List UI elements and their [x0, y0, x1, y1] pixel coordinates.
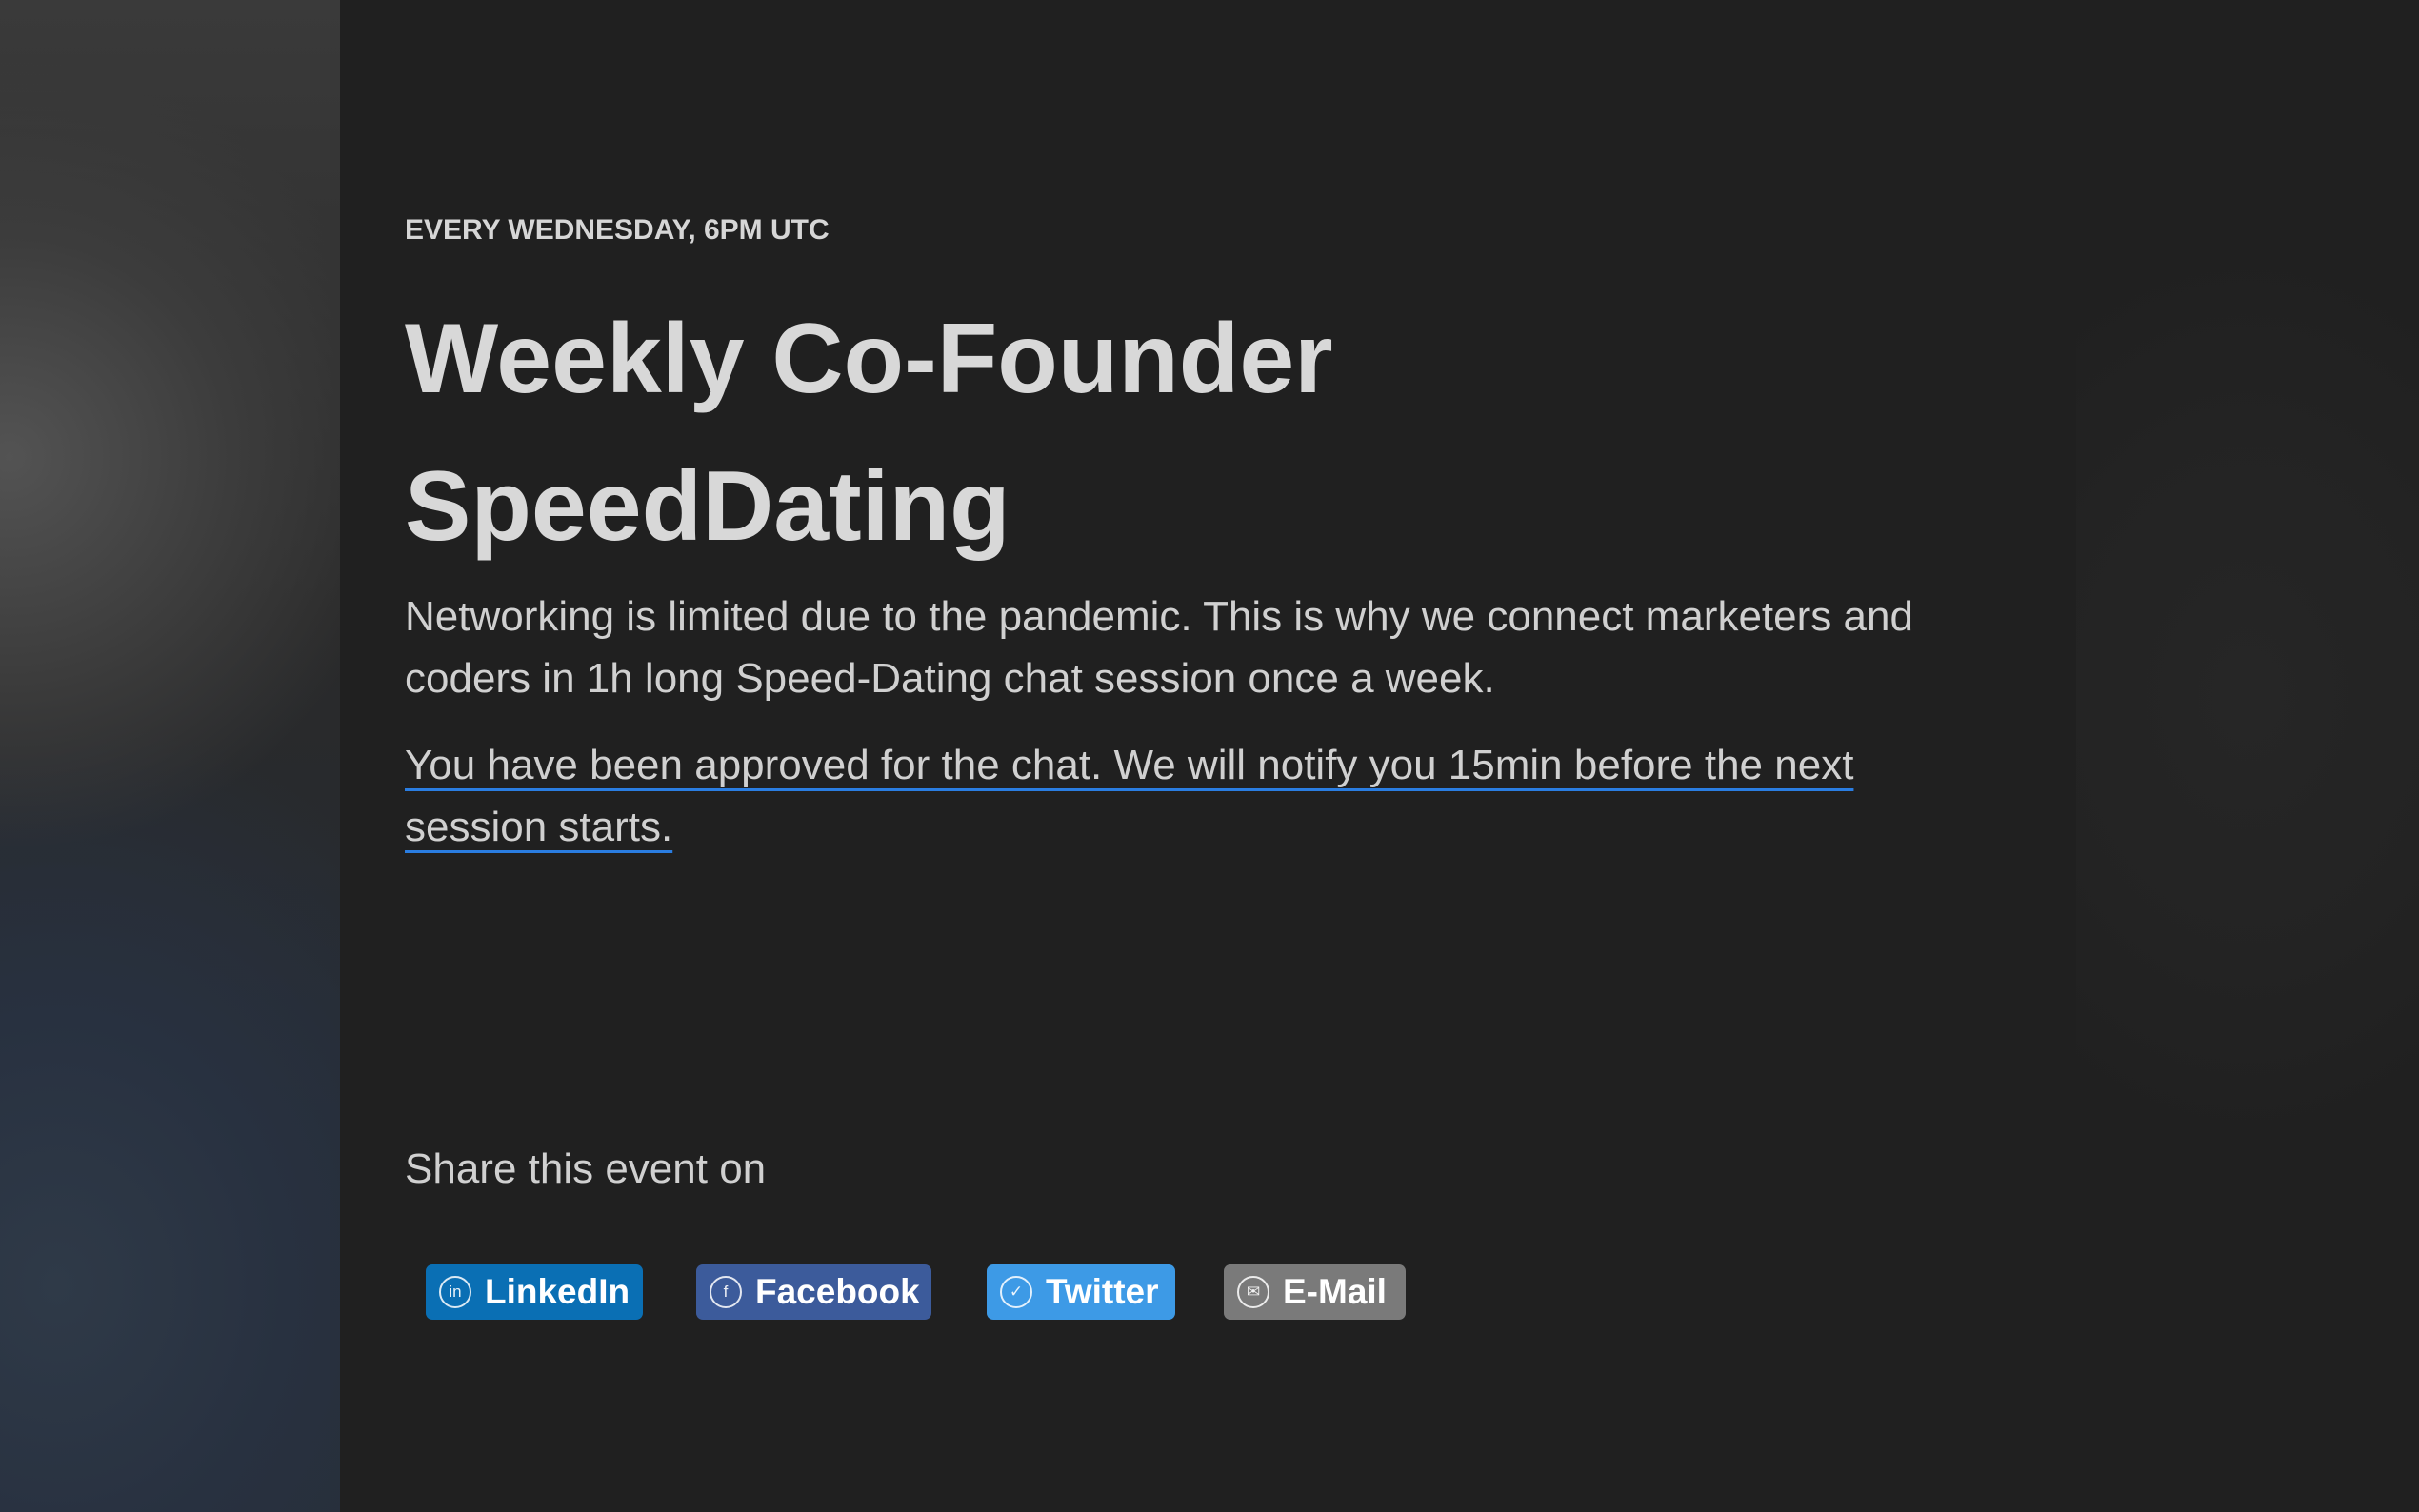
approval-message[interactable]: You have been approved for the chat. We …: [405, 734, 1929, 858]
event-page: EVERY WEDNESDAY, 6PM UTC Weekly Co-Found…: [0, 0, 2419, 1512]
background-image: [0, 0, 340, 1512]
event-schedule: EVERY WEDNESDAY, 6PM UTC: [405, 214, 830, 246]
share-twitter-label: Twitter: [1046, 1272, 1159, 1311]
share-twitter-button[interactable]: ✓ Twitter: [987, 1264, 1175, 1320]
share-linkedin-label: LinkedIn: [485, 1272, 630, 1311]
share-label: Share this event on: [405, 1145, 767, 1192]
share-email-button[interactable]: ✉ E-Mail: [1224, 1264, 1406, 1320]
share-facebook-label: Facebook: [755, 1272, 920, 1311]
share-linkedin-button[interactable]: in LinkedIn: [426, 1264, 643, 1320]
email-icon: ✉: [1237, 1276, 1269, 1308]
event-description: Networking is limited due to the pandemi…: [405, 593, 1913, 702]
facebook-icon: f: [710, 1276, 742, 1308]
share-facebook-button[interactable]: f Facebook: [696, 1264, 931, 1320]
background-glow: [2076, 248, 2419, 1152]
event-title: Weekly Co-Founder SpeedDating: [405, 304, 1333, 562]
approval-message-text[interactable]: You have been approved for the chat. We …: [405, 742, 1853, 850]
share-email-label: E-Mail: [1283, 1272, 1387, 1311]
twitter-icon: ✓: [1000, 1276, 1032, 1308]
linkedin-icon: in: [439, 1276, 471, 1308]
